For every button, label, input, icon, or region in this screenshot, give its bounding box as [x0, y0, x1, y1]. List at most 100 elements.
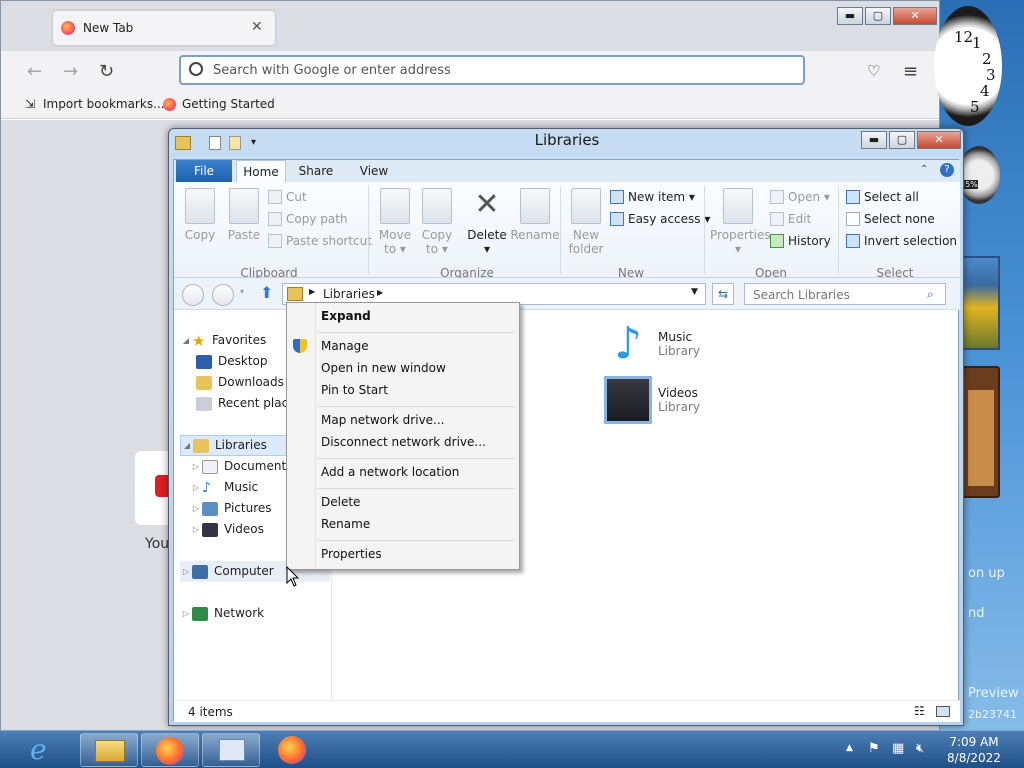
copy-path-button[interactable]: Copy path	[268, 208, 372, 230]
collapsed-arrow-icon[interactable]: ▷	[190, 456, 202, 477]
copy-button[interactable]: Copy	[180, 188, 220, 242]
paste-button[interactable]: Paste	[224, 188, 264, 242]
details-view-icon[interactable]: ☷	[914, 704, 925, 718]
nav-label: Videos	[224, 522, 264, 536]
collapsed-arrow-icon[interactable]: ▷	[190, 477, 202, 498]
expanded-arrow-icon[interactable]: ◢	[180, 330, 192, 351]
ie-taskbar-button[interactable]: e	[18, 733, 74, 767]
copy-to-button[interactable]: Copy to ▾	[416, 188, 458, 256]
delete-button[interactable]: ✕ Delete ▾	[464, 188, 510, 257]
search-icon[interactable]: ⌕	[927, 287, 934, 302]
edit-button[interactable]: Edit	[770, 208, 831, 230]
move-to-button[interactable]: Move to ▾	[374, 188, 416, 256]
minimize-button[interactable]: ▬	[861, 131, 887, 149]
ribbon-separator	[838, 186, 839, 274]
new-item-button[interactable]: New item ▾	[610, 186, 710, 208]
menu-item-open-new-window[interactable]: Open in new window	[321, 361, 446, 375]
menu-item-manage[interactable]: Manage	[321, 339, 369, 353]
reload-icon[interactable]: ↻	[99, 61, 114, 82]
breadcrumb-libraries[interactable]: Libraries	[323, 287, 375, 301]
breadcrumb-chevron-icon[interactable]: ▶	[309, 287, 315, 296]
volume-muted-icon[interactable]: 🔇︎	[916, 741, 924, 756]
firefox-pinned-button[interactable]	[264, 733, 322, 767]
nav-network[interactable]: ▷ Network	[180, 603, 330, 624]
menu-item-delete[interactable]: Delete	[321, 495, 360, 509]
history-button[interactable]: History	[770, 230, 831, 252]
ribbon-separator	[704, 186, 705, 274]
pocket-icon[interactable]: ♡	[867, 62, 880, 80]
menu-icon[interactable]: ≡	[903, 61, 918, 82]
tab-share[interactable]: Share	[290, 160, 342, 182]
firefox-favicon-icon	[61, 21, 75, 35]
paste-shortcut-button[interactable]: Paste shortcut	[268, 230, 372, 252]
tab-close-icon[interactable]: ✕	[251, 19, 263, 35]
menu-item-expand[interactable]: Expand	[321, 309, 371, 323]
bookmark-getting-started[interactable]: Getting Started	[182, 97, 275, 111]
back-button[interactable]	[182, 284, 204, 306]
clock-gadget[interactable]: 12 1 2 3 4 5	[934, 6, 1002, 126]
show-hidden-icons-icon[interactable]: ▲	[846, 743, 853, 753]
cut-button[interactable]: Cut	[268, 186, 372, 208]
forward-button[interactable]	[212, 284, 234, 306]
up-arrow-icon[interactable]: ⬆	[260, 283, 273, 302]
collapsed-arrow-icon[interactable]: ▷	[180, 561, 192, 582]
collapsed-arrow-icon[interactable]: ▷	[190, 498, 202, 519]
easy-access-button[interactable]: Easy access ▾	[610, 208, 710, 230]
network-icon	[192, 606, 208, 621]
menu-item-pin-to-start[interactable]: Pin to Start	[321, 383, 388, 397]
maximize-button[interactable]: ▢	[865, 7, 891, 25]
nav-label: Computer	[214, 564, 274, 578]
collapse-ribbon-icon[interactable]: ⌃	[920, 164, 928, 175]
tab-home[interactable]: Home	[236, 160, 286, 182]
library-item-videos[interactable]: Videos Library	[604, 376, 700, 424]
collapsed-arrow-icon[interactable]: ▷	[180, 603, 192, 624]
back-arrow-icon[interactable]: ←	[27, 61, 42, 82]
firefox-tab[interactable]: New Tab ✕	[53, 11, 275, 45]
refresh-icon[interactable]: ⇆	[712, 283, 734, 305]
menu-item-rename[interactable]: Rename	[321, 517, 370, 531]
address-dropdown-icon[interactable]: ▼	[691, 287, 698, 297]
menu-item-disconnect-network-drive[interactable]: Disconnect network drive...	[321, 435, 486, 449]
taskbar-clock[interactable]: 7:09 AM 8/8/2022	[934, 734, 1014, 766]
firefox-taskbar-button[interactable]	[141, 733, 199, 767]
network-tray-icon[interactable]: ▦	[892, 741, 904, 756]
cpu-meter-gadget[interactable]: 35%	[958, 146, 1000, 204]
menu-item-properties[interactable]: Properties	[321, 547, 382, 561]
rename-button[interactable]: Rename	[510, 188, 560, 242]
bookmark-import[interactable]: Import bookmarks...	[43, 97, 165, 111]
close-button[interactable]: ✕	[917, 131, 961, 149]
control-panel-taskbar-button[interactable]	[202, 733, 260, 767]
forward-arrow-icon[interactable]: →	[63, 61, 78, 82]
large-icons-view-icon[interactable]	[936, 706, 950, 717]
menu-item-add-network-location[interactable]: Add a network location	[321, 465, 459, 479]
invert-selection-button[interactable]: Invert selection	[846, 230, 957, 252]
search-icon	[189, 62, 203, 76]
minimize-button[interactable]: ▬	[837, 7, 863, 25]
new-folder-button[interactable]: New folder	[566, 188, 606, 256]
properties-button[interactable]: Properties ▾	[710, 188, 771, 256]
feed-gadget[interactable]	[962, 366, 1000, 498]
select-all-button[interactable]: Select all	[846, 186, 957, 208]
invert-selection-label: Invert selection	[864, 234, 958, 248]
url-bar[interactable]: Search with Google or enter address	[179, 55, 805, 85]
help-icon[interactable]: ?	[940, 163, 954, 177]
search-input[interactable]: Search Libraries ⌕	[744, 283, 946, 305]
expanded-arrow-icon[interactable]: ◢	[181, 435, 193, 456]
item-name: Videos	[658, 386, 698, 400]
tab-file[interactable]: File	[176, 160, 232, 182]
internet-explorer-icon: e	[30, 733, 47, 766]
library-item-music[interactable]: ♪ Music Library	[604, 320, 700, 368]
slideshow-gadget[interactable]	[962, 256, 1000, 350]
explorer-taskbar-button[interactable]	[80, 733, 138, 767]
open-button[interactable]: Open ▾	[770, 186, 831, 208]
action-center-flag-icon[interactable]: ⚑	[868, 741, 880, 756]
menu-item-map-network-drive[interactable]: Map network drive...	[321, 413, 445, 427]
maximize-button[interactable]: ▢	[889, 131, 915, 149]
close-button[interactable]: ✕	[893, 7, 937, 25]
context-menu: Expand Manage Open in new window Pin to …	[286, 302, 520, 570]
breadcrumb-chevron-icon[interactable]: ▶	[377, 288, 383, 297]
recent-locations-icon[interactable]: ▾	[240, 287, 244, 296]
tab-view[interactable]: View	[348, 160, 400, 182]
select-none-button[interactable]: Select none	[846, 208, 957, 230]
collapsed-arrow-icon[interactable]: ▷	[190, 519, 202, 540]
